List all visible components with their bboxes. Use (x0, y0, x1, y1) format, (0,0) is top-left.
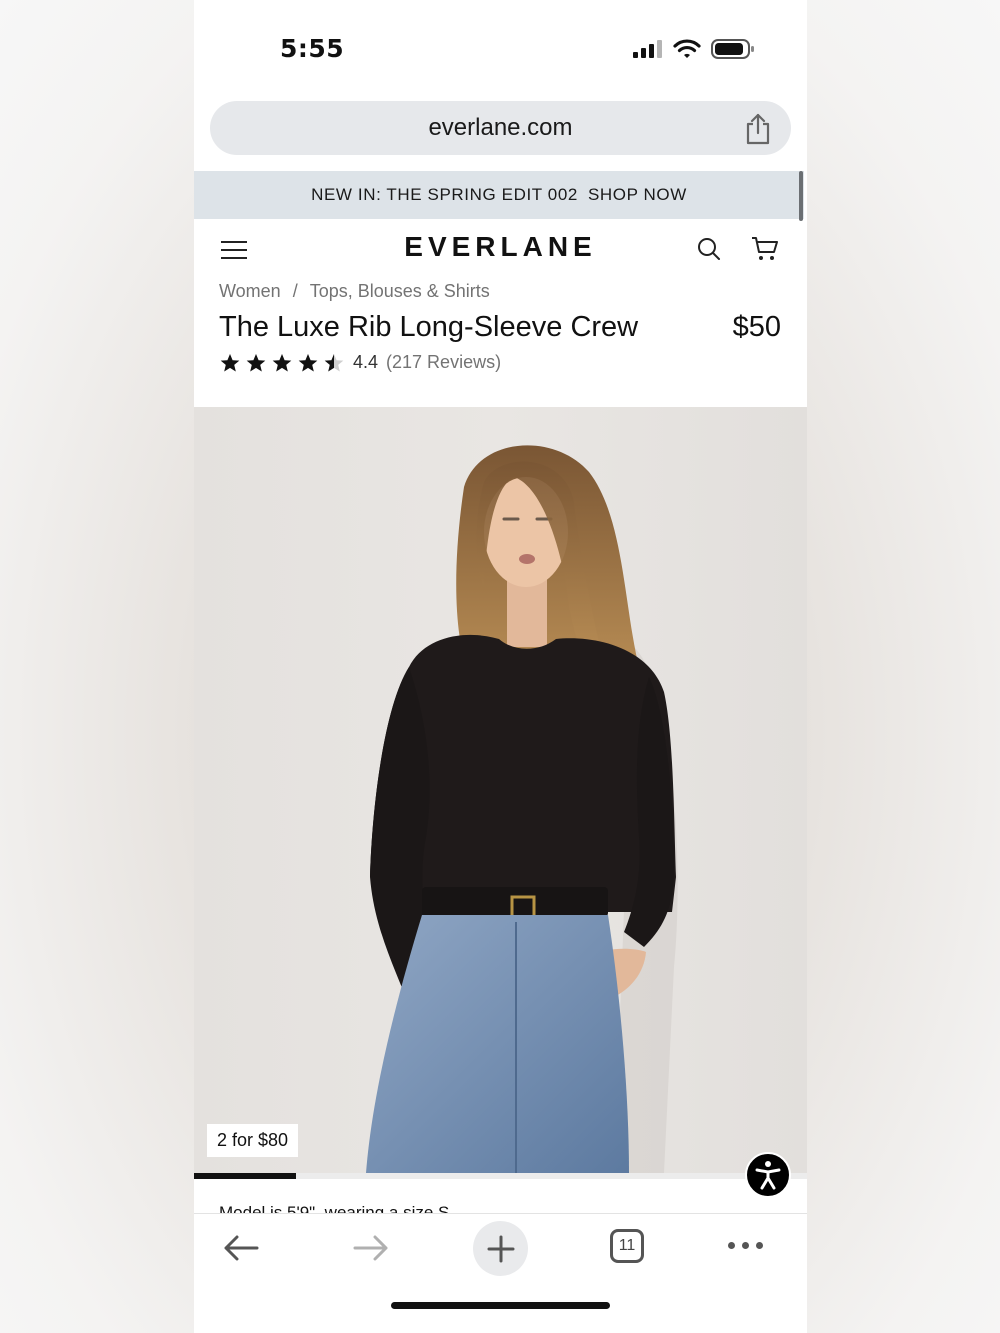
breadcrumb: Women / Tops, Blouses & Shirts (219, 281, 490, 302)
promo-text: NEW IN: THE SPRING EDIT 002 (311, 185, 578, 204)
deal-badge: 2 for $80 (207, 1124, 299, 1157)
signal-icon (633, 40, 662, 58)
wifi-icon (673, 39, 701, 58)
scroll-indicator (799, 171, 803, 221)
star-icon (272, 353, 292, 371)
rating-value: 4.4 (353, 352, 379, 372)
address-bar[interactable]: everlane.com (210, 101, 791, 155)
back-arrow-icon[interactable] (222, 1233, 260, 1263)
product-title: The Luxe Rib Long-Sleeve Crew (219, 311, 639, 343)
status-time: 5:55 (280, 34, 345, 63)
tabs-button[interactable]: 11 (610, 1229, 644, 1263)
star-icon (220, 353, 240, 371)
product-price: $50 (732, 311, 781, 343)
phone-screen: 5:55 everlane.com NEW IN: THE SPRING EDI… (194, 0, 807, 1333)
browser-toolbar: 11 (194, 1213, 807, 1333)
promo-cta-link[interactable]: SHOP NOW (588, 185, 687, 204)
star-icon (298, 353, 318, 371)
plus-icon (487, 1235, 514, 1262)
new-tab-button[interactable] (473, 1221, 528, 1276)
star-icon (246, 353, 266, 371)
product-rating[interactable]: 4.4 (217 Reviews) (219, 352, 501, 373)
more-icon[interactable] (728, 1242, 763, 1249)
breadcrumb-separator: / (292, 281, 298, 301)
share-icon[interactable] (745, 113, 771, 145)
review-count-link[interactable]: (217 Reviews) (386, 352, 501, 373)
image-progress-fill (194, 1173, 296, 1179)
product-photo-illustration (366, 445, 678, 1173)
product-image[interactable] (194, 407, 807, 1173)
search-icon[interactable] (697, 237, 721, 261)
image-progress-track (194, 1173, 807, 1179)
rating-stars (219, 353, 345, 373)
cart-icon[interactable] (751, 236, 779, 262)
forward-arrow-icon[interactable] (352, 1233, 390, 1263)
battery-icon (711, 39, 754, 59)
accessibility-icon (755, 1161, 781, 1190)
home-indicator (391, 1302, 610, 1309)
url-text[interactable]: everlane.com (210, 114, 791, 142)
status-icons (633, 38, 755, 60)
breadcrumb-link-women[interactable]: Women (219, 281, 281, 301)
promo-banner[interactable]: NEW IN: THE SPRING EDIT 002 SHOP NOW (194, 171, 804, 219)
breadcrumb-link-category[interactable]: Tops, Blouses & Shirts (310, 281, 490, 301)
star-icon (324, 353, 344, 371)
accessibility-button[interactable] (745, 1152, 791, 1198)
